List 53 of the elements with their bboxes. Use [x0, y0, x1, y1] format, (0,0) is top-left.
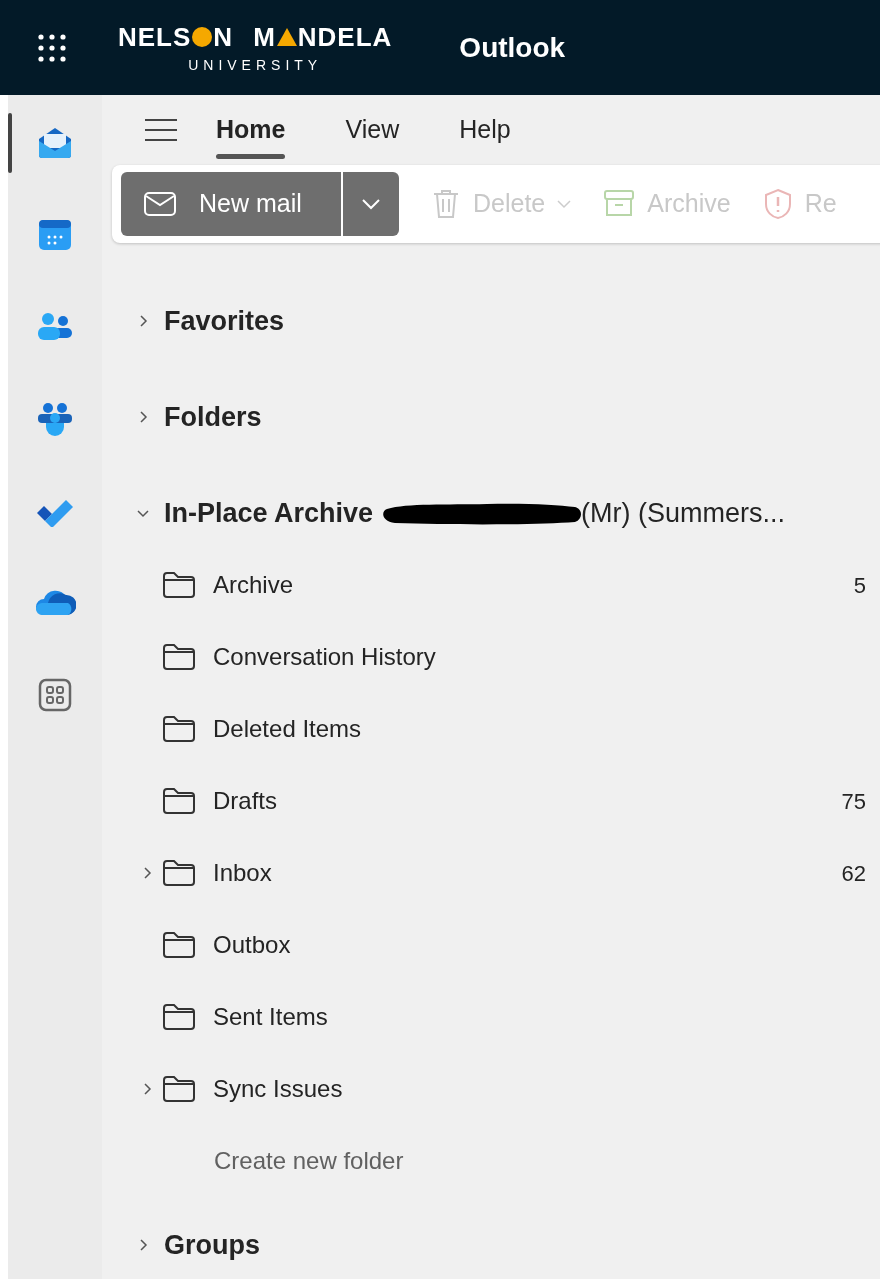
folder-item[interactable]: Inbox 62	[102, 837, 880, 909]
section-title: Favorites	[164, 304, 285, 338]
folder-icon	[162, 931, 196, 959]
folder-icon	[162, 715, 196, 743]
trash-icon	[431, 188, 461, 220]
archive-box-icon	[603, 189, 636, 219]
folder-name: Deleted Items	[213, 714, 362, 744]
folder-name: Inbox	[213, 858, 272, 888]
folder-name: Sync Issues	[213, 1074, 343, 1104]
folder-item[interactable]: Conversation History	[102, 621, 880, 693]
section-title: Groups	[164, 1228, 260, 1262]
folder-name: Archive	[213, 570, 294, 600]
caret-icon	[557, 199, 572, 209]
folder-icon	[162, 1003, 196, 1031]
folder-item[interactable]: Sent Items	[102, 981, 880, 1053]
envelope-icon	[143, 191, 177, 217]
people-icon[interactable]	[36, 311, 74, 343]
create-folder-link[interactable]: Create new folder	[214, 1143, 404, 1179]
folder-item[interactable]: Drafts 75	[102, 765, 880, 837]
folder-name: Drafts	[213, 786, 277, 816]
ribbon-tab[interactable]: View	[345, 105, 400, 155]
section-header[interactable]: Folders	[102, 369, 880, 465]
university-logo: NELS N M NDELA UNIVERSITY	[118, 23, 393, 72]
folder-icon	[162, 571, 196, 599]
section-title: Folders	[164, 400, 262, 434]
section-title-suffix: (Mr) (Summers...	[581, 496, 786, 530]
folder-icon	[162, 859, 196, 887]
cloud-icon[interactable]	[34, 589, 76, 617]
folder-icon	[162, 1075, 196, 1103]
menu-icon[interactable]	[144, 118, 178, 142]
folder-item[interactable]: Deleted Items	[102, 693, 880, 765]
folder-item[interactable]: Sync Issues	[102, 1053, 880, 1125]
unread-count: 75	[841, 787, 866, 816]
unread-count: 62	[841, 859, 866, 888]
section-title: In-Place Archive	[164, 496, 374, 530]
folder-icon	[162, 643, 196, 671]
section-header[interactable]: Favorites	[102, 273, 880, 369]
folder-name: Sent Items	[213, 1002, 328, 1032]
app-launcher-icon[interactable]	[37, 32, 67, 63]
unread-count: 5	[853, 571, 866, 600]
ribbon-tab[interactable]: Help	[459, 105, 511, 155]
folder-name: Outbox	[213, 930, 291, 960]
shield-icon	[762, 188, 793, 220]
group-icon[interactable]	[36, 401, 74, 437]
folder-name: Conversation History	[213, 642, 436, 672]
chevron-down-icon	[361, 198, 381, 210]
app-title: Outlook	[459, 30, 566, 65]
new-mail-button[interactable]: New mail	[121, 172, 341, 236]
calendar-icon[interactable]	[37, 217, 73, 253]
folder-item[interactable]: Outbox	[102, 909, 880, 981]
apps-icon[interactable]	[38, 678, 72, 712]
section-header[interactable]: Groups	[102, 1197, 880, 1279]
folder-icon	[162, 787, 196, 815]
